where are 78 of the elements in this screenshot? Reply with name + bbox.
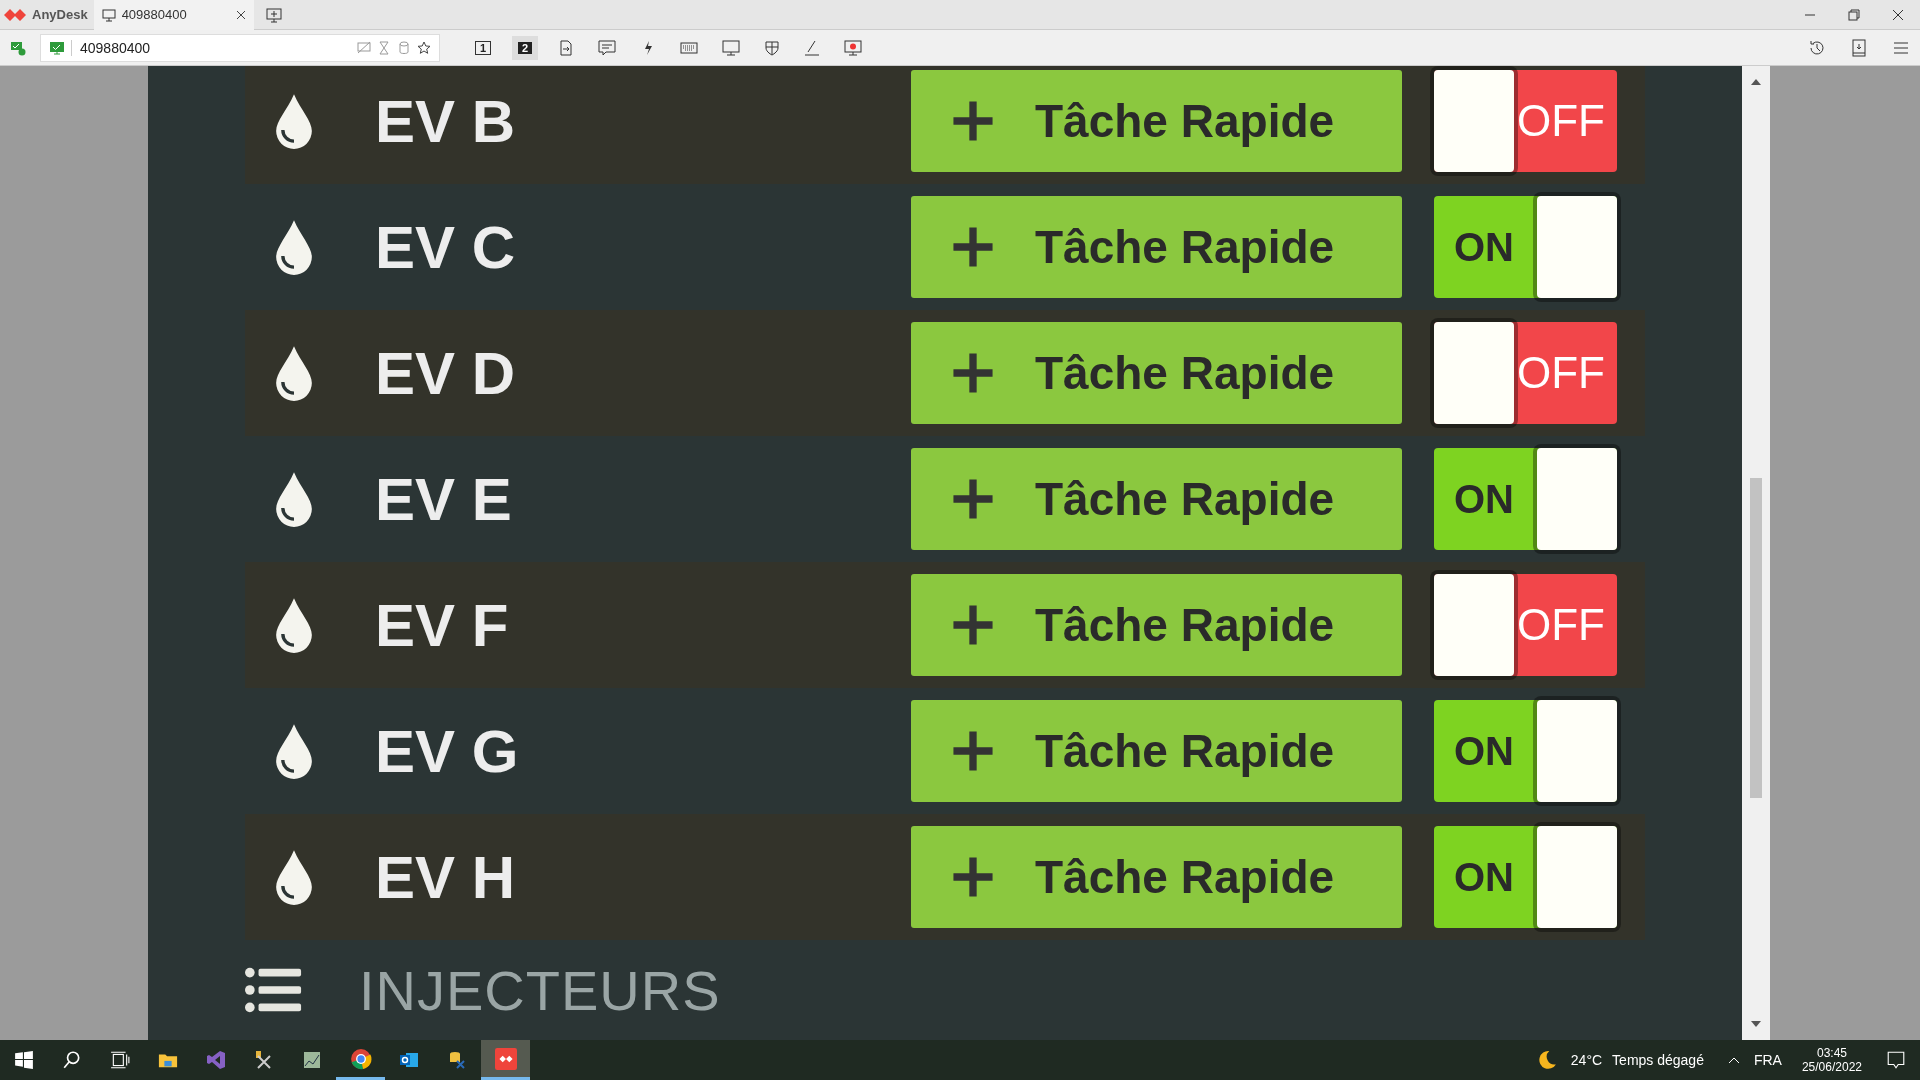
scroll-down-icon[interactable] bbox=[1750, 1020, 1762, 1028]
toggle-label: ON bbox=[1454, 854, 1514, 900]
on-off-toggle[interactable]: ON bbox=[1434, 700, 1617, 802]
address-bar[interactable]: 409880400 bbox=[40, 33, 440, 62]
monitor-icon[interactable] bbox=[722, 38, 740, 57]
quick-task-button[interactable]: Tâche Rapide bbox=[911, 826, 1402, 928]
quick-task-button[interactable]: Tâche Rapide bbox=[911, 700, 1402, 802]
toggle-label: ON bbox=[1454, 224, 1514, 270]
file-transfer-icon[interactable] bbox=[558, 39, 574, 56]
monitor-icon bbox=[101, 7, 116, 22]
chart-app-icon[interactable] bbox=[302, 1050, 322, 1070]
history-icon[interactable] bbox=[1808, 38, 1826, 57]
chevron-up-icon[interactable] bbox=[1727, 1056, 1740, 1064]
toggle-label: ON bbox=[1454, 476, 1514, 522]
clock[interactable]: 03:45 25/06/2022 bbox=[1801, 1046, 1862, 1074]
connection-status-icon bbox=[10, 39, 26, 56]
shield-icon[interactable] bbox=[764, 39, 780, 56]
quick-task-button[interactable]: Tâche Rapide bbox=[911, 448, 1402, 550]
valve-name: EV G bbox=[375, 716, 519, 786]
valve-name: EV D bbox=[375, 338, 516, 408]
star-icon[interactable] bbox=[417, 40, 431, 55]
valve-name: EV H bbox=[375, 842, 516, 912]
quick-task-button[interactable]: Tâche Rapide bbox=[911, 574, 1402, 676]
close-icon[interactable] bbox=[1892, 8, 1904, 21]
valve-name: EV C bbox=[375, 212, 516, 282]
task-view-icon[interactable] bbox=[110, 1050, 130, 1070]
close-icon[interactable] bbox=[235, 9, 246, 20]
monitor-button[interactable]: 2 bbox=[512, 35, 538, 60]
chat-icon[interactable] bbox=[598, 38, 616, 57]
quick-task-button[interactable]: Tâche Rapide bbox=[911, 196, 1402, 298]
on-off-toggle[interactable]: OFF bbox=[1434, 574, 1617, 676]
monitor-button[interactable]: 1 bbox=[470, 35, 496, 60]
temperature: 24°C bbox=[1570, 1052, 1603, 1068]
new-tab-icon[interactable] bbox=[265, 6, 282, 23]
moon-icon bbox=[1536, 1050, 1557, 1070]
section-heading: INJECTEURS bbox=[359, 957, 721, 1023]
valve-name: EV E bbox=[375, 464, 512, 534]
valve-name: EV B bbox=[375, 86, 516, 156]
database-tools-icon[interactable] bbox=[447, 1050, 467, 1070]
list-icon bbox=[245, 966, 303, 1014]
language-indicator[interactable]: FRA bbox=[1753, 1052, 1782, 1068]
app-name: AnyDesk bbox=[32, 7, 88, 22]
on-off-toggle[interactable]: ON bbox=[1434, 448, 1617, 550]
plus-icon bbox=[951, 477, 995, 521]
plus-icon bbox=[951, 603, 995, 647]
weather-text: Temps dégagé bbox=[1612, 1052, 1704, 1068]
record-icon[interactable] bbox=[844, 38, 862, 57]
on-off-toggle[interactable]: ON bbox=[1434, 826, 1617, 928]
install-icon[interactable] bbox=[1850, 38, 1868, 57]
toggle-label: OFF bbox=[1517, 96, 1605, 146]
toggle-label: OFF bbox=[1517, 600, 1605, 650]
plus-icon bbox=[951, 351, 995, 395]
on-off-toggle[interactable]: OFF bbox=[1434, 322, 1617, 424]
windows-start-icon[interactable] bbox=[14, 1050, 34, 1070]
notification-icon[interactable] bbox=[1886, 1050, 1906, 1070]
anydesk-taskbar-icon[interactable] bbox=[481, 1040, 530, 1080]
anydesk-logo-icon bbox=[4, 6, 26, 23]
search-icon[interactable] bbox=[62, 1050, 82, 1070]
visual-studio-icon[interactable] bbox=[206, 1050, 226, 1070]
toggle-label: OFF bbox=[1517, 348, 1605, 398]
valve-name: EV F bbox=[375, 590, 509, 660]
quick-task-button[interactable]: Tâche Rapide bbox=[911, 70, 1402, 172]
cylinder-icon[interactable] bbox=[397, 40, 411, 55]
on-off-toggle[interactable]: OFF bbox=[1434, 70, 1617, 172]
toggle-label: ON bbox=[1454, 728, 1514, 774]
session-tab[interactable]: 409880400 bbox=[93, 0, 254, 30]
outlook-icon[interactable] bbox=[399, 1050, 419, 1070]
scroll-thumb[interactable] bbox=[1750, 478, 1762, 798]
quick-task-button[interactable]: Tâche Rapide bbox=[911, 322, 1402, 424]
scroll-up-icon[interactable] bbox=[1750, 78, 1762, 86]
plus-icon bbox=[951, 729, 995, 773]
pen-icon[interactable] bbox=[804, 39, 820, 56]
on-off-toggle[interactable]: ON bbox=[1434, 196, 1617, 298]
restore-icon[interactable] bbox=[1848, 8, 1860, 21]
plus-icon bbox=[951, 99, 995, 143]
plus-icon bbox=[951, 855, 995, 899]
plus-icon bbox=[951, 225, 995, 269]
monitor-check-icon bbox=[49, 39, 65, 56]
